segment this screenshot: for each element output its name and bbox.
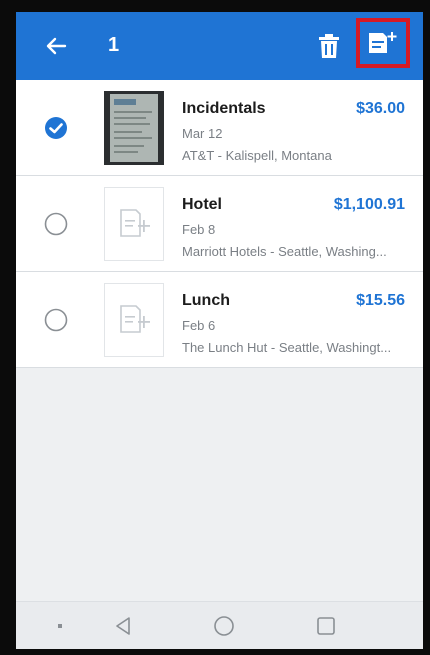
app-screen: 1 Incidentals $36.00 Mar 12 AT&T - Kalis…: [16, 12, 423, 649]
back-button[interactable]: [42, 32, 70, 60]
expense-amount: $15.56: [356, 292, 405, 309]
expense-date: Feb 6: [182, 318, 216, 333]
add-receipt-icon: [120, 209, 150, 237]
expense-title: Incidentals: [182, 100, 266, 117]
top-app-bar: 1: [16, 12, 423, 80]
add-to-report-icon: [369, 32, 397, 53]
add-to-report-button[interactable]: [356, 18, 410, 68]
expense-date: Mar 12: [182, 126, 223, 141]
expense-row-incidentals[interactable]: Incidentals $36.00 Mar 12 AT&T - Kalispe…: [16, 80, 423, 176]
trash-icon: [319, 34, 339, 58]
checkbox-checked-icon[interactable]: [44, 116, 68, 140]
expense-row-hotel[interactable]: Hotel $1,100.91 Feb 8 Marriott Hotels - …: [16, 176, 423, 272]
selected-count: 1: [108, 34, 120, 56]
expense-amount: $1,100.91: [333, 196, 405, 213]
expense-row-lunch[interactable]: Lunch $15.56 Feb 6 The Lunch Hut - Seatt…: [16, 272, 423, 368]
expense-merchant: The Lunch Hut - Seattle, Washingt...: [182, 340, 392, 355]
expense-merchant: AT&T - Kalispell, Montana: [182, 148, 332, 163]
receipt-thumbnail[interactable]: [104, 91, 164, 165]
expense-title: Hotel: [182, 196, 222, 213]
expense-date: Feb 8: [182, 222, 216, 237]
checkbox-unchecked-icon[interactable]: [44, 308, 68, 332]
home-circle-icon[interactable]: [212, 614, 236, 638]
back-triangle-icon[interactable]: [112, 614, 136, 638]
expense-title: Lunch: [182, 292, 230, 309]
receipt-photo-icon: [104, 91, 164, 165]
checkbox-unchecked-icon[interactable]: [44, 212, 68, 236]
menu-dot-icon[interactable]: [48, 614, 72, 638]
receipt-placeholder[interactable]: [104, 283, 164, 357]
device-frame: 1 Incidentals $36.00 Mar 12 AT&T - Kalis…: [0, 0, 430, 655]
arrow-left-icon: [46, 37, 67, 55]
add-receipt-icon: [120, 305, 150, 333]
expense-amount: $36.00: [356, 100, 405, 117]
delete-button[interactable]: [314, 30, 344, 62]
expense-list: Incidentals $36.00 Mar 12 AT&T - Kalispe…: [16, 80, 423, 368]
recents-square-icon[interactable]: [314, 614, 338, 638]
expense-merchant: Marriott Hotels - Seattle, Washing...: [182, 244, 387, 259]
system-nav-bar: [16, 601, 423, 649]
receipt-placeholder[interactable]: [104, 187, 164, 261]
